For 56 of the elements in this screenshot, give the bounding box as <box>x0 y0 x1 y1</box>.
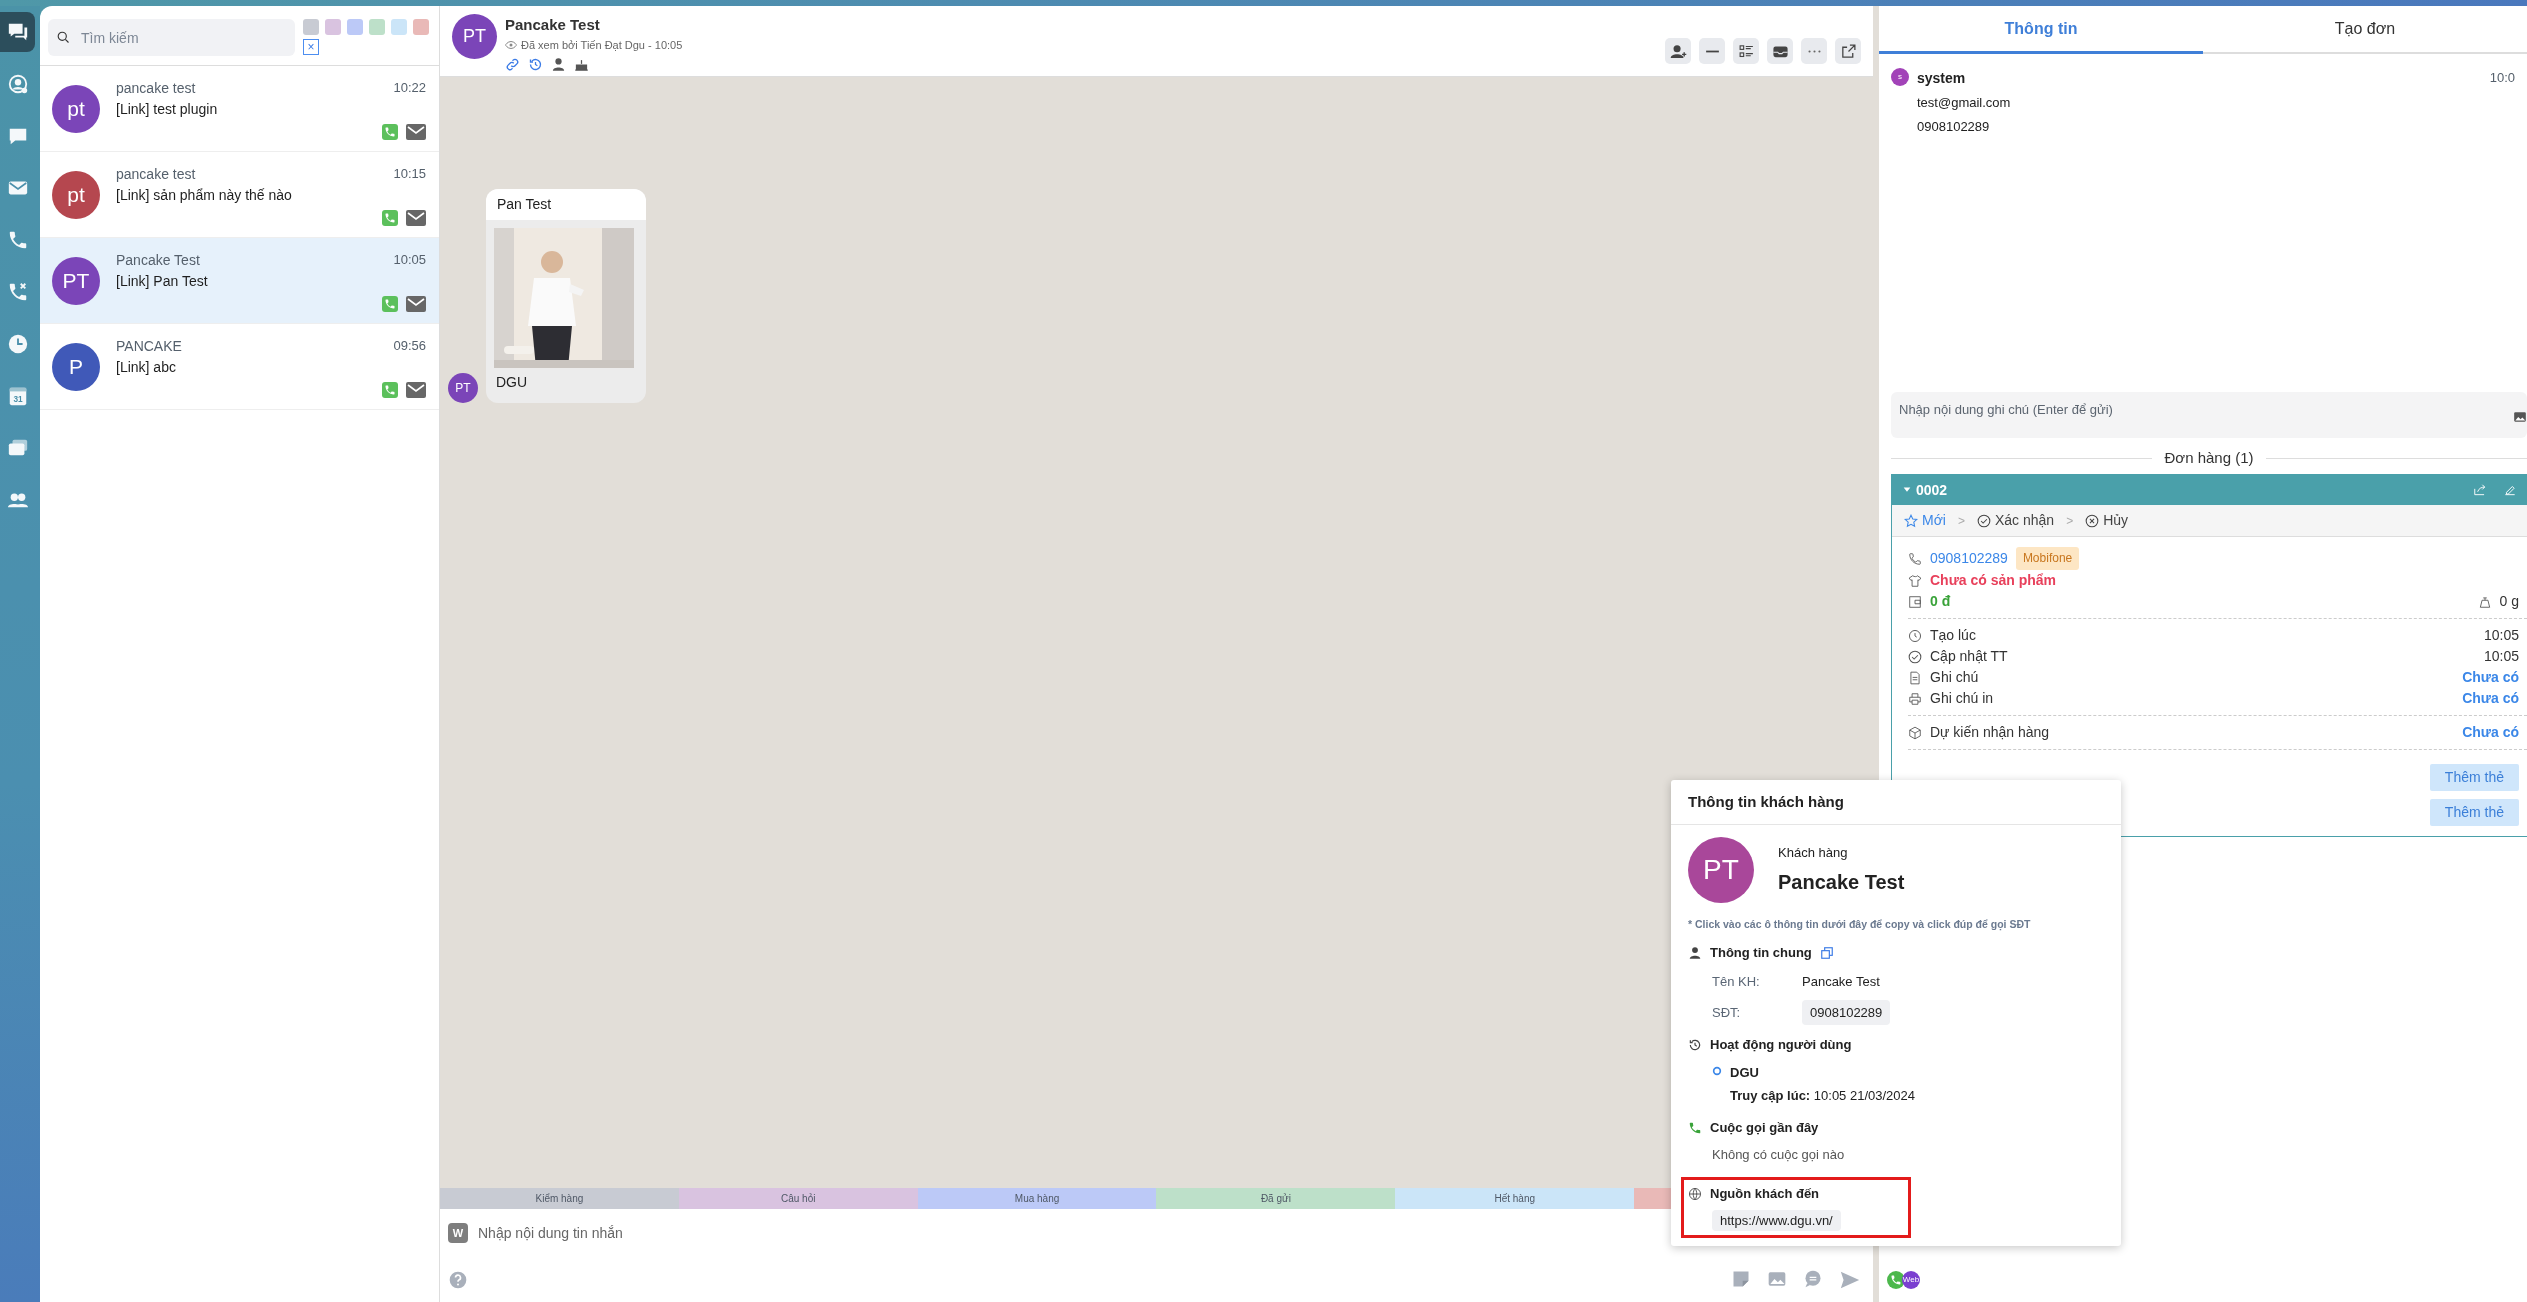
message-preview: [Link] Pan Test <box>116 272 209 291</box>
avatar: pt <box>52 171 100 219</box>
detail-label: Dự kiến nhận hàng <box>1930 723 2050 742</box>
field-label: Tên KH: <box>1712 973 1761 992</box>
step-separator: > <box>1957 512 1965 530</box>
message-preview: [Link] test plugin <box>116 100 219 119</box>
section-title: Hoạt động người dùng <box>1710 1036 1852 1055</box>
section-title: Cuộc gọi gần đây <box>1710 1118 1819 1137</box>
hint-text: * Click vào các ô thông tin dưới đây để copy và click đúp để gọi SĐT <box>1688 917 2032 933</box>
note-text: test@gmail.com <box>1917 94 2012 112</box>
product-status: Chưa có sản phẩm <box>1930 571 2057 590</box>
avatar: pt <box>52 85 100 133</box>
detail-label: Cập nhật TT <box>1930 647 2008 666</box>
carrier-badge: Mobifone <box>2015 547 2080 570</box>
avatar: PT <box>1688 837 1754 903</box>
avatar: s <box>1891 68 1909 86</box>
empty-calls-text: Không có cuộc gọi nào <box>1711 1146 1846 1165</box>
avatar: PT <box>452 14 497 59</box>
order-weight: 0 g <box>2499 592 2519 611</box>
site-name: DGU <box>1730 1063 1760 1082</box>
detail-label: Ghi chú <box>1930 668 1979 687</box>
section-title: Nguồn khách đến <box>1710 1184 1820 1203</box>
message-preview: [Link] sản phẩm này thế nào <box>116 186 293 205</box>
seen-status: Đã xem bởi Tiến Đạt Dgu - 10:05 <box>521 37 683 53</box>
avatar: PT <box>448 373 478 403</box>
sender-badge: W <box>448 1223 468 1243</box>
contact-name: PANCAKE <box>116 337 182 356</box>
visit-time: Truy cập lúc: 10:05 21/03/2024 <box>1730 1087 1916 1106</box>
section-title: Thông tin chung <box>1710 943 1812 962</box>
customer-name: Pancake Test <box>1778 869 1905 895</box>
message-time: 10:15 <box>393 165 426 183</box>
note-author: system <box>1917 69 1966 88</box>
detail-value: 10:05 <box>2483 626 2519 645</box>
note-time: 10:0 <box>2489 69 2515 87</box>
message-time: 09:56 <box>393 337 426 355</box>
field-label: SĐT: <box>1712 1003 1742 1022</box>
contact-name: Pancake Test <box>116 251 200 270</box>
contact-name: Pancake Test <box>505 15 601 35</box>
customer-role: Khách hàng <box>1778 844 1849 863</box>
avatar: PT <box>52 257 100 305</box>
popup-title: Thông tin khách hàng <box>1688 791 1844 812</box>
message-time: 10:22 <box>393 79 426 97</box>
detail-label: Tạo lúc <box>1930 626 1976 645</box>
detail-label: Ghi chú in <box>1930 689 1994 708</box>
message-title: Pan Test <box>486 189 646 220</box>
detail-value: 10:05 <box>2483 647 2519 666</box>
contact-name: pancake test <box>116 79 196 98</box>
message-time: 10:05 <box>393 251 426 269</box>
note-text: 0908102289 <box>1917 117 1991 136</box>
message-preview: [Link] abc <box>116 358 177 377</box>
avatar: P <box>52 343 100 391</box>
order-total: 0 đ <box>1930 592 1951 611</box>
contact-name: pancake test <box>116 165 196 184</box>
order-code: 0002 <box>1916 480 1948 500</box>
image-caption: DGU <box>495 373 529 392</box>
step-separator: > <box>2066 512 2074 530</box>
